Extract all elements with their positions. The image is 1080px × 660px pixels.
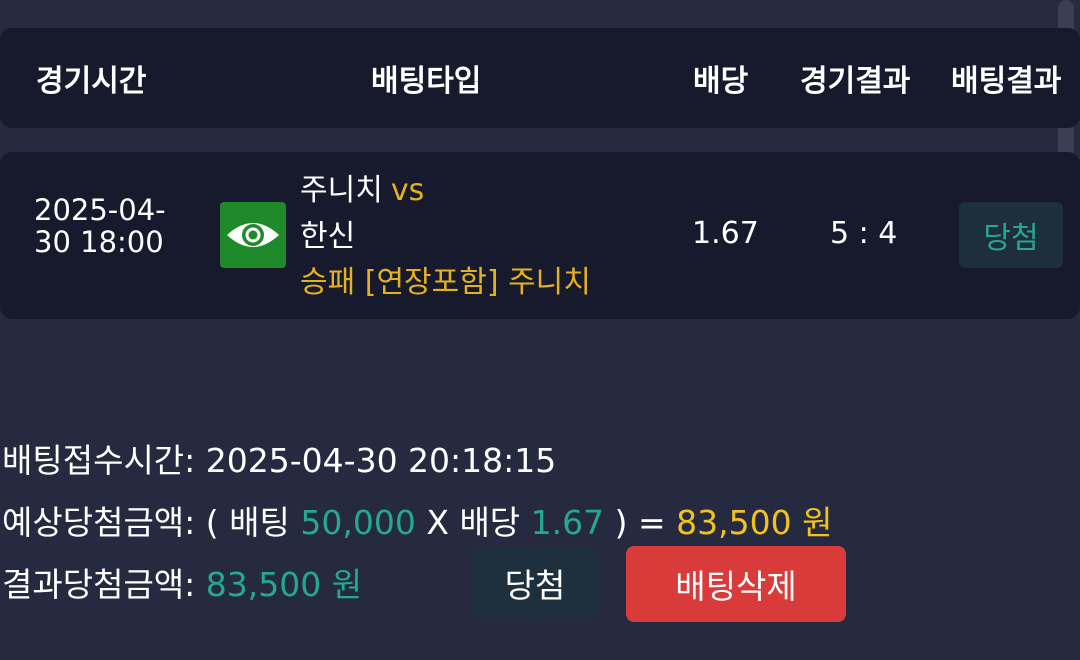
- result-label: 결과당첨금액:: [2, 565, 196, 604]
- close-equals: ) =: [614, 503, 666, 542]
- receipt-time-line: 배팅접수시간: 2025-04-30 20:18:15: [2, 434, 556, 482]
- table-header: [0, 28, 1080, 128]
- expected-amount-line: 예상당첨금액: ( 배팅 50,000 X 배당 1.67 ) = 83,500…: [2, 496, 833, 544]
- game-score: 5 : 4: [830, 216, 898, 251]
- expected-amount: 83,500 원: [676, 503, 833, 542]
- header-bet-result: 배팅결과: [951, 64, 1062, 99]
- win-status-button[interactable]: 당첨: [472, 548, 598, 618]
- eye-icon[interactable]: [220, 202, 286, 268]
- stake-amount: 50,000: [300, 503, 416, 542]
- delete-bet-button[interactable]: 배팅삭제: [626, 546, 846, 622]
- header-game-time: 경기시간: [36, 64, 147, 99]
- game-time-line1: 2025-04-: [34, 193, 166, 227]
- expected-odds: 1.67: [530, 503, 605, 542]
- times-odds: X 배당: [426, 503, 521, 542]
- game-time-line2: 30 18:00: [34, 225, 164, 259]
- away-team: 한신: [300, 219, 356, 254]
- result-amount: 83,500 원: [205, 565, 363, 604]
- receipt-label: 배팅접수시간:: [2, 441, 196, 480]
- header-game-result: 경기결과: [800, 64, 911, 99]
- vs-label: vs: [390, 173, 425, 208]
- result-amount-line: 결과당첨금액: 83,500 원: [2, 558, 362, 606]
- bet-pick: 승패 [연장포함] 주니치: [300, 265, 591, 300]
- home-team: 주니치: [300, 173, 383, 208]
- receipt-time: 2025-04-30 20:18:15: [205, 441, 557, 480]
- top-strip: [0, 0, 1080, 26]
- bet-type-info: 주니치 vs 한신 승패 [연장포함] 주니치: [300, 168, 591, 306]
- odds-value: 1.67: [692, 216, 759, 251]
- game-time: 2025-04- 30 18:00: [34, 194, 166, 258]
- header-bet-type: 배팅타입: [371, 64, 482, 99]
- bet-result-badge: 당첨: [959, 202, 1063, 268]
- expected-label: 예상당첨금액:: [2, 503, 196, 542]
- header-odds: 배당: [693, 64, 749, 99]
- open-paren: ( 배팅: [205, 503, 290, 542]
